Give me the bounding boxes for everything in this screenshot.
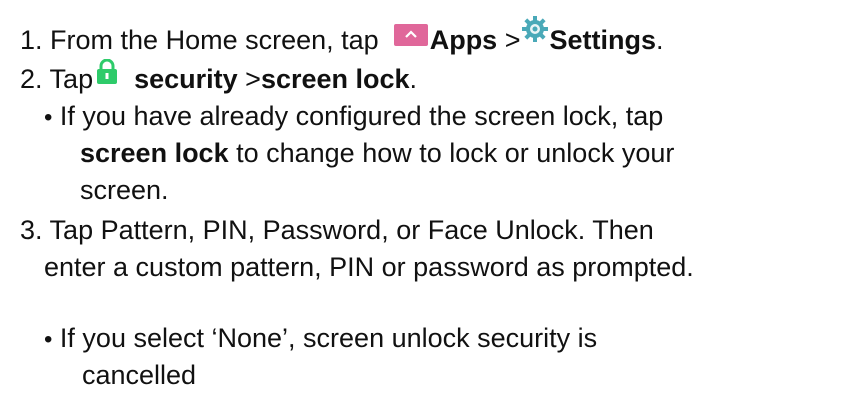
step-2: 2. Tap security >screen lock.	[20, 58, 418, 95]
step-2-period: .	[409, 64, 418, 94]
step-2-separator: >	[245, 64, 261, 94]
settings-gear-icon	[521, 15, 549, 43]
security-lock-icon	[96, 58, 118, 85]
apps-chevron-up-icon	[393, 24, 428, 46]
step-3-number: 3.	[20, 215, 43, 245]
security-label: security	[134, 64, 238, 94]
step-1-period: .	[656, 25, 664, 55]
note-none-line-2: cancelled	[82, 359, 196, 391]
step-3: 3. Tap Pattern, PIN, Password, or Face U…	[20, 214, 654, 246]
apps-label: Apps	[429, 25, 498, 55]
note-none-text-2: cancelled	[82, 360, 197, 390]
note-configured-text-1: If you have already configured the scree…	[59, 101, 664, 131]
step-2-number: 2.	[20, 64, 43, 94]
note-none-text-1: If you select ‘None’, screen unlock secu…	[59, 323, 598, 353]
settings-label: Settings	[549, 25, 657, 55]
step-1-number: 1.	[20, 25, 43, 55]
step-1: 1. From the Home screen, tap Apps > Sett…	[20, 15, 664, 56]
note-configured-text-3: screen.	[80, 175, 169, 205]
screen-lock-bold: screen lock	[80, 138, 229, 168]
step-2-text: Tap	[49, 64, 94, 94]
screen-lock-label: screen lock	[260, 64, 410, 94]
note-configured-line-1: • If you have already configured the scr…	[44, 100, 663, 134]
note-configured-line-2: screen lock to change how to lock or unl…	[80, 137, 674, 169]
bullet: •	[44, 326, 53, 353]
step-3-text-1: Tap Pattern, PIN, Password, or Face Unlo…	[49, 215, 654, 245]
note-configured-text-2: to change how to lock or unlock your	[228, 138, 675, 168]
step-3-line-2: enter a custom pattern, PIN or password …	[44, 251, 694, 283]
note-none-line-1: • If you select ‘None’, screen unlock se…	[44, 322, 597, 356]
step-1-separator: >	[504, 25, 521, 55]
step-1-text: From the Home screen, tap	[50, 25, 379, 55]
step-3-text-2: enter a custom pattern, PIN or password …	[44, 252, 694, 282]
bullet: •	[44, 104, 53, 131]
note-configured-line-3: screen.	[80, 174, 169, 206]
